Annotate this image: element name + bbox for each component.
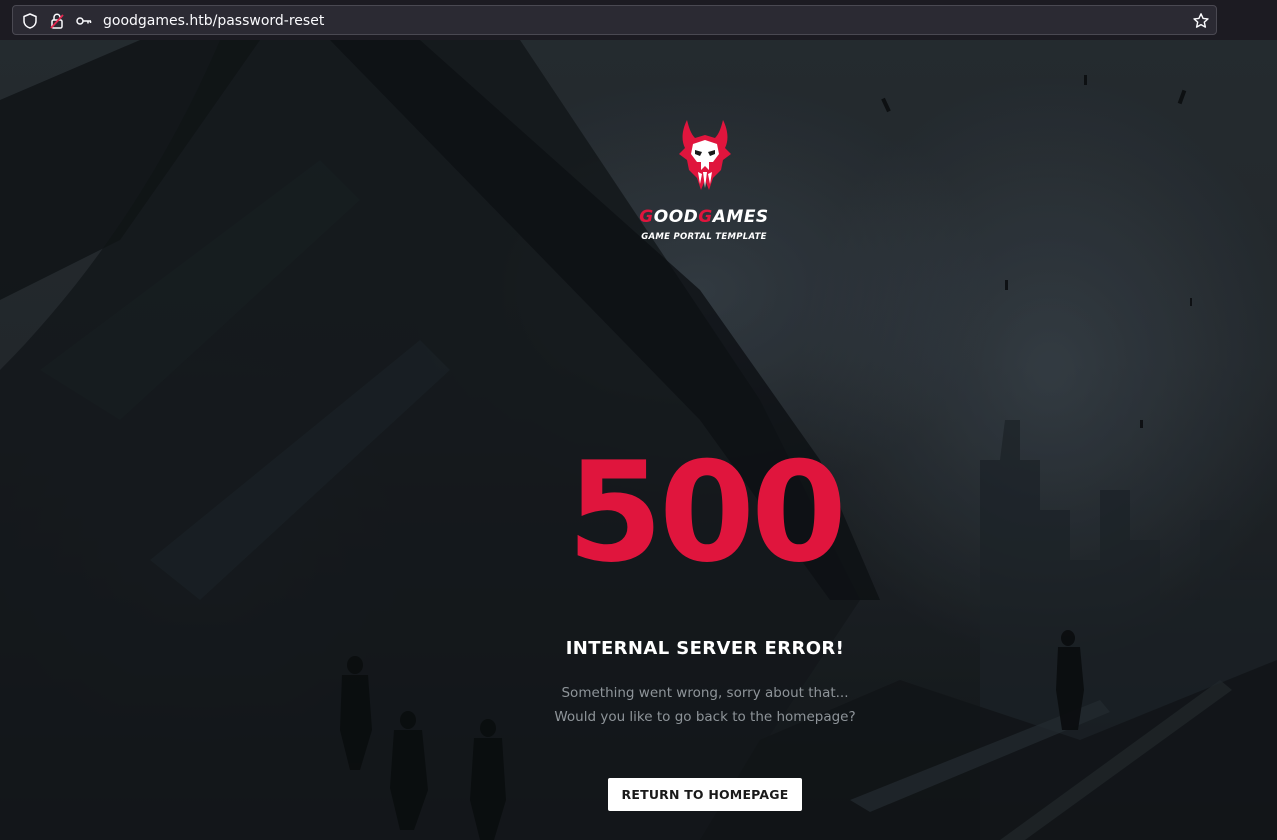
error-message: Something went wrong, sorry about that..… bbox=[455, 681, 955, 729]
bookmark-star-icon[interactable] bbox=[1192, 12, 1210, 30]
error-title: INTERNAL SERVER ERROR! bbox=[565, 638, 845, 659]
shield-icon[interactable] bbox=[21, 12, 39, 30]
brand-tagline: GAME PORTAL TEMPLATE bbox=[641, 232, 767, 242]
url-text[interactable]: goodgames.htb/password-reset bbox=[103, 12, 324, 30]
key-icon[interactable] bbox=[75, 12, 93, 30]
address-bar[interactable]: goodgames.htb/password-reset bbox=[12, 5, 1217, 35]
brand-name[interactable]: GOODGAMES bbox=[604, 207, 804, 227]
lock-warning-icon[interactable] bbox=[48, 12, 66, 30]
error-message-line2: Would you like to go back to the homepag… bbox=[554, 709, 856, 725]
demon-skull-icon[interactable] bbox=[673, 118, 737, 192]
return-to-homepage-button[interactable]: RETURN TO HOMEPAGE bbox=[608, 778, 802, 811]
error-message-line1: Something went wrong, sorry about that..… bbox=[561, 685, 849, 701]
error-code: 500 bbox=[566, 432, 847, 593]
error-page: GOODGAMES GAME PORTAL TEMPLATE 500 INTER… bbox=[0, 40, 1277, 840]
browser-toolbar: goodgames.htb/password-reset bbox=[0, 0, 1277, 40]
